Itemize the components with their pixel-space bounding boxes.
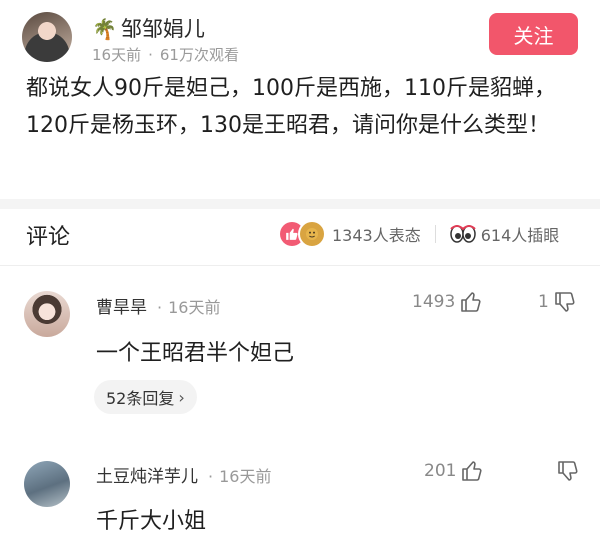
comment-text: 千斤大小姐 — [96, 509, 207, 534]
like-count: 201 — [424, 461, 457, 481]
like-count: 1493 — [412, 292, 456, 312]
comment-time: 16天前 — [219, 467, 272, 486]
meta-separator: · — [148, 46, 153, 64]
author-avatar[interactable] — [22, 12, 72, 62]
replies-label: 52条回复 — [106, 389, 175, 408]
comment-dot: · — [208, 467, 214, 486]
eyes-icon — [449, 225, 476, 243]
comment-header: 土豆炖洋芋儿 · 16天前 — [96, 462, 271, 487]
post-meta: 16天前 · 61万次观看 — [92, 44, 239, 65]
comment-avatar[interactable] — [24, 291, 70, 337]
post-time: 16天前 — [92, 46, 142, 64]
follow-button[interactable]: 关注 — [489, 13, 578, 55]
comment-avatar[interactable] — [24, 461, 70, 507]
comment-user[interactable]: 曹旱旱 — [96, 298, 147, 318]
emoji-reaction-icon — [298, 220, 326, 248]
comment-time: 16天前 — [168, 298, 221, 317]
section-divider — [0, 199, 600, 209]
dislike-button[interactable] — [552, 459, 580, 483]
like-button[interactable]: 1493 — [412, 290, 483, 314]
comment-header: 曹旱旱 · 16天前 — [96, 293, 220, 318]
thumbs-up-icon — [462, 461, 483, 481]
like-button[interactable]: 201 — [424, 459, 484, 483]
thumbs-down-icon — [555, 292, 575, 312]
view-count: 61万次观看 — [159, 46, 239, 64]
watchers-count: 614人插眼 — [480, 226, 560, 245]
vertical-divider — [434, 225, 436, 243]
author-name-text: 邹邹娟儿 — [120, 17, 205, 41]
thumbs-up-icon — [461, 292, 481, 312]
view-replies-button[interactable]: 52条回复 › — [94, 380, 197, 414]
author-name[interactable]: 🌴 邹邹娟儿 — [92, 13, 205, 43]
comment-user[interactable]: 土豆炖洋芋儿 — [96, 467, 198, 487]
thumbs-down-icon — [558, 461, 578, 481]
dislike-button[interactable]: 1 — [538, 290, 577, 314]
comment-text: 一个王昭君半个妲己 — [96, 341, 295, 366]
reactions-count: 1343人表态 — [332, 226, 421, 245]
dislike-count: 1 — [538, 292, 549, 312]
post-text: 都说女人90斤是妲己，100斤是西施，110斤是貂蝉，120斤是杨玉环，130是… — [26, 76, 556, 138]
comment-dot: · — [157, 298, 163, 317]
comments-title: 评论 — [26, 225, 71, 250]
chevron-right-icon: › — [178, 387, 185, 407]
palm-tree-icon: 🌴 — [92, 17, 117, 41]
header-divider — [0, 265, 600, 266]
reaction-summary[interactable]: 1343人表态 614人插眼 — [280, 220, 559, 248]
